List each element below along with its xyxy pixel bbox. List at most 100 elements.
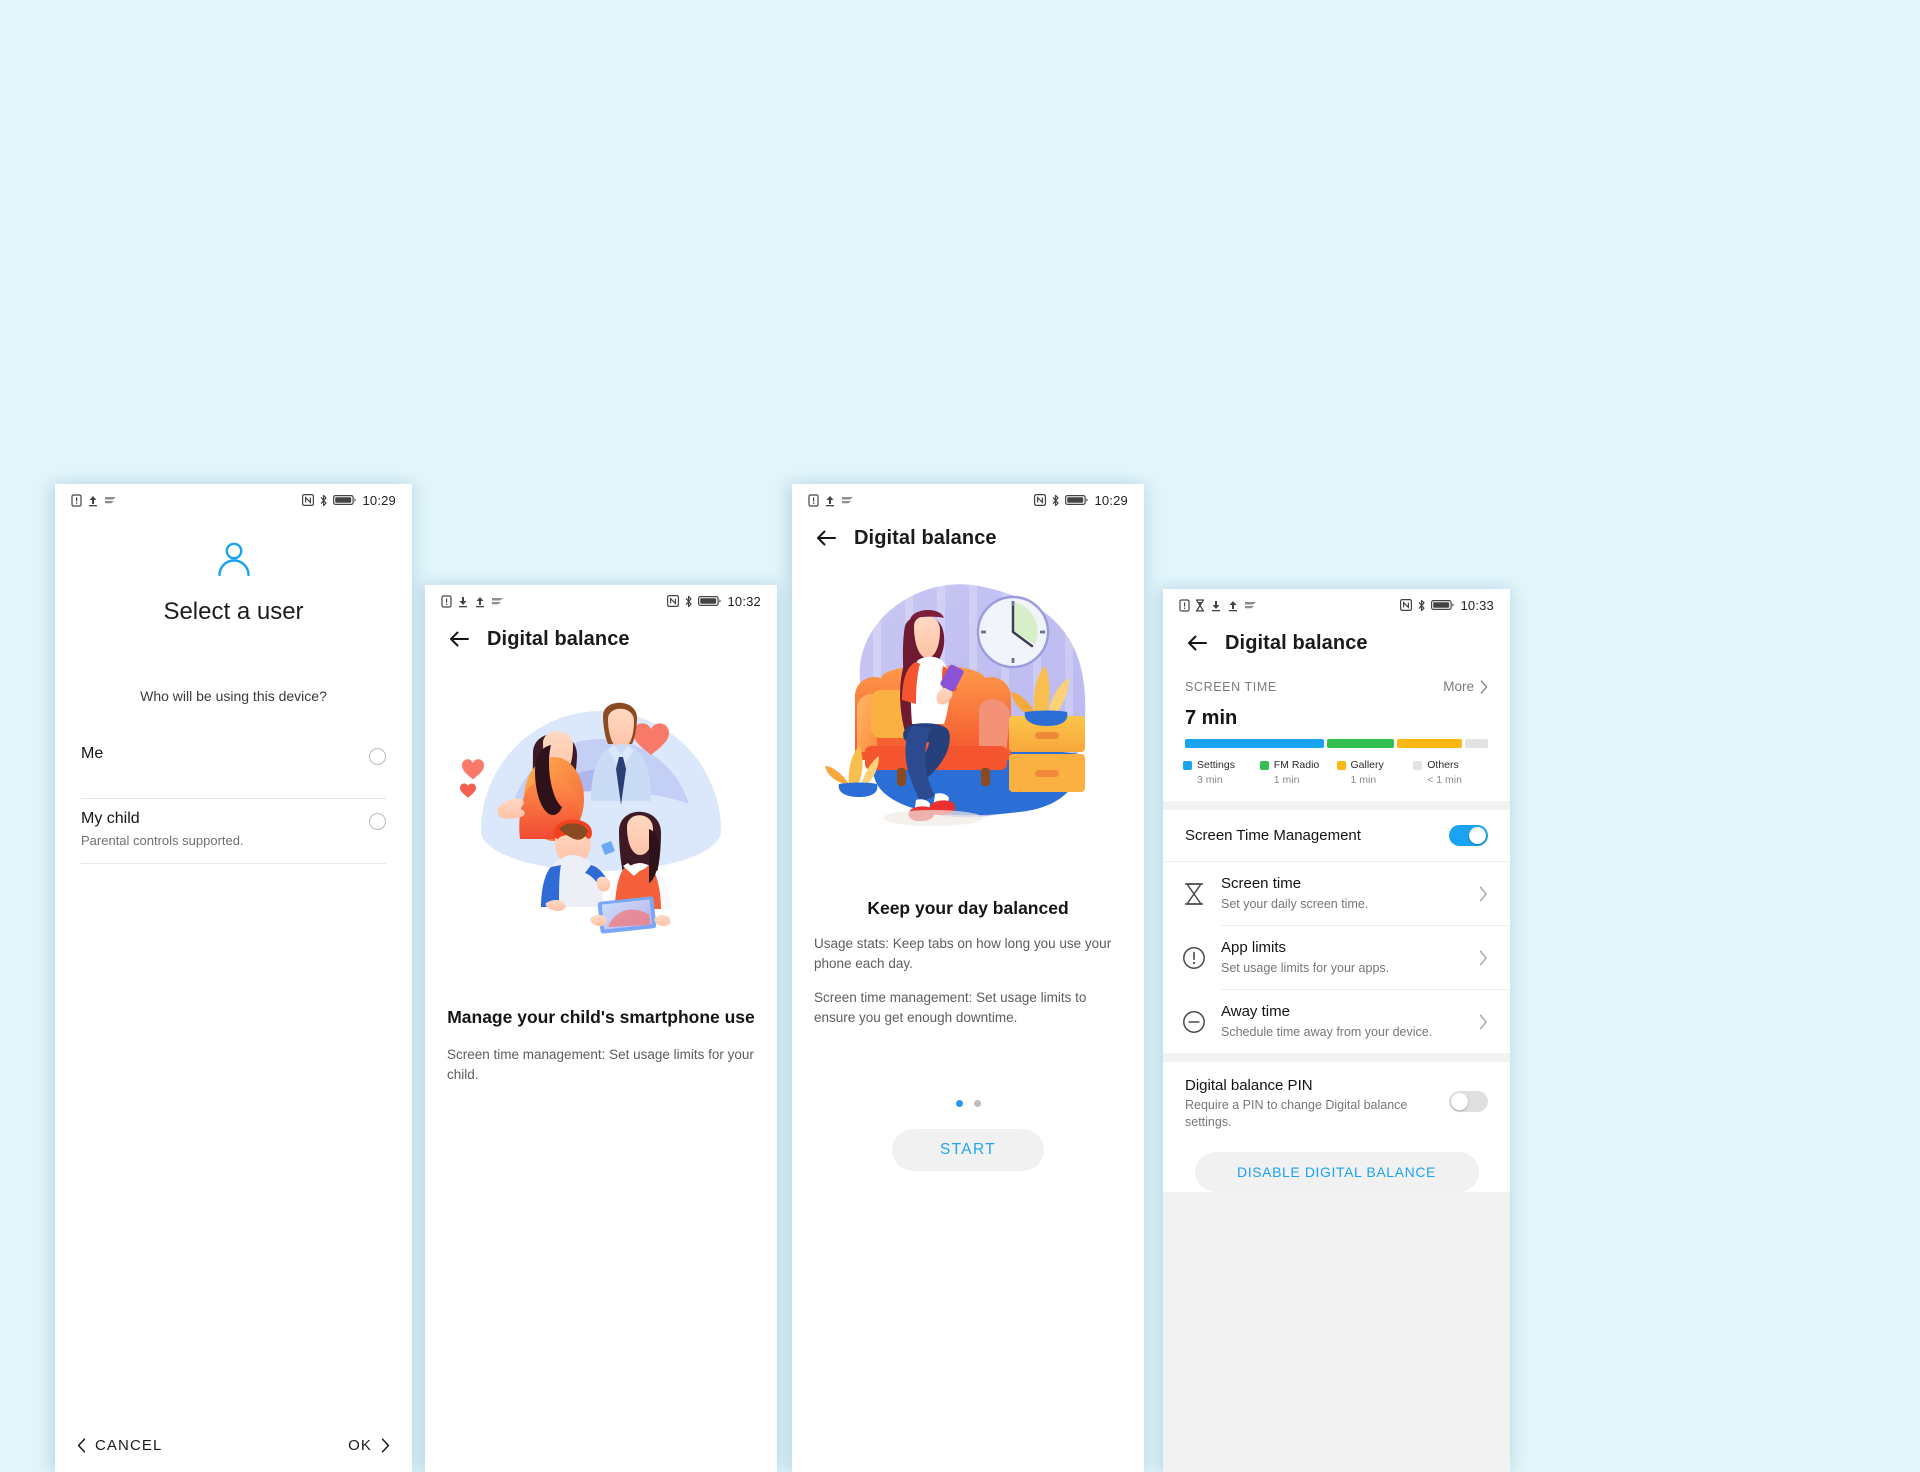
user-option-me[interactable]: Me (81, 734, 386, 799)
list-item-subtitle: Set your daily screen time. (1221, 897, 1369, 911)
list-item-screen-time[interactable]: Screen time Set your daily screen time. (1163, 862, 1510, 925)
download-arrow-icon (1212, 600, 1220, 611)
status-icons-right: 10:29 (302, 493, 396, 508)
app-bar: Digital balance (792, 510, 1144, 558)
status-bar: 10:32 (425, 585, 777, 611)
legend-item-settings: Settings 3 min (1183, 759, 1260, 786)
user-option-sublabel: Parental controls supported. (81, 833, 244, 848)
chevron-right-icon (1479, 885, 1487, 902)
status-icons-left (71, 493, 118, 507)
upload-arrow-icon (1229, 600, 1237, 611)
screen-time-management-label: Screen Time Management (1185, 827, 1361, 844)
status-bar: 10:29 (792, 484, 1144, 510)
user-option-label: Me (81, 745, 104, 762)
app-bar-title: Digital balance (1225, 631, 1368, 654)
data-saver-icon (1245, 602, 1256, 609)
cancel-label: CANCEL (95, 1436, 163, 1454)
onboarding-heading: Keep your day balanced (867, 898, 1069, 918)
download-arrow-icon (459, 596, 467, 607)
back-arrow-icon[interactable] (1183, 629, 1211, 657)
list-item-subtitle: Set usage limits for your apps. (1221, 961, 1390, 975)
pin-title: Digital balance PIN (1185, 1077, 1313, 1094)
legend-swatch (1259, 760, 1269, 770)
person-icon (217, 542, 250, 577)
digital-balance-pin-toggle[interactable] (1449, 1091, 1488, 1112)
user-option-my-child[interactable]: My child Parental controls supported. (81, 799, 386, 864)
back-arrow-icon[interactable] (445, 625, 473, 653)
onboarding-heading: Manage your child's smartphone use (447, 1007, 755, 1027)
status-time: 10:29 (1094, 492, 1128, 508)
status-icons-left (441, 594, 505, 608)
list-item-app-limits[interactable]: App limits Set usage limits for your app… (1163, 926, 1510, 989)
legend-value: 3 min (1197, 774, 1223, 786)
bar-segment-others (1465, 739, 1488, 748)
data-saver-icon (492, 598, 503, 605)
page-question: Who will be using this device? (140, 688, 327, 704)
legend-item-others: Others < 1 min (1413, 759, 1490, 786)
back-arrow-icon[interactable] (812, 524, 840, 552)
bluetooth-icon (1418, 599, 1426, 611)
upload-arrow-icon (826, 495, 834, 506)
page-dot-active[interactable] (955, 1100, 963, 1107)
data-saver-icon (842, 497, 853, 504)
user-option-label: My child (81, 810, 140, 827)
bluetooth-icon (685, 595, 693, 607)
app-bar: Digital balance (1163, 615, 1510, 663)
screen-time-legend: Settings 3 min FM Radio 1 min Gallery 1 … (1163, 748, 1510, 801)
screen-time-bar (1163, 730, 1510, 748)
legend-swatch (1336, 760, 1346, 770)
ok-label: OK (348, 1436, 372, 1454)
pin-subtitle: Require a PIN to change Digital balance … (1185, 1098, 1408, 1129)
app-bar: Digital balance (425, 611, 777, 659)
screen-time-management-toggle[interactable] (1449, 825, 1488, 846)
list-item-away-time[interactable]: Away time Schedule time away from your d… (1163, 990, 1510, 1053)
legend-item-fm-radio: FM Radio 1 min (1259, 759, 1337, 786)
onboarding-body-2: Screen time management: Set usage limits… (814, 990, 1087, 1025)
chevron-right-icon (1480, 679, 1488, 694)
legend-name: Settings (1197, 759, 1235, 771)
radio-me[interactable] (369, 748, 386, 765)
sim-card-icon (71, 493, 82, 507)
bluetooth-icon (320, 494, 328, 506)
exclamation-circle-icon (1183, 946, 1205, 969)
toggle-knob (1469, 827, 1486, 844)
page-dot[interactable] (973, 1100, 981, 1107)
battery-icon (1065, 495, 1089, 506)
start-button[interactable]: START (892, 1129, 1044, 1171)
legend-value: 1 min (1273, 774, 1300, 786)
chevron-right-icon (1479, 1013, 1487, 1030)
sim-card-icon (808, 493, 819, 507)
battery-icon (698, 596, 722, 607)
chevron-right-icon (1479, 949, 1487, 966)
bottom-action-bar: CANCEL OK (55, 1418, 412, 1472)
bar-segment-fm-radio (1326, 739, 1395, 748)
status-time: 10:33 (1460, 597, 1494, 613)
radio-my-child[interactable] (369, 813, 386, 830)
woman-on-couch-with-clock-illustration (825, 580, 1086, 826)
battery-icon (333, 495, 357, 506)
status-icons-right: 10:29 (1034, 493, 1128, 508)
list-item-title: App limits (1221, 939, 1287, 956)
screen-time-total: 7 min (1185, 707, 1238, 729)
nfc-icon (302, 494, 315, 506)
hourglass-icon (1195, 598, 1205, 612)
disable-digital-balance-button[interactable]: DISABLE DIGITAL BALANCE (1194, 1152, 1479, 1192)
screenshot-stage: 10:29 Select a user Who will be using th… (0, 0, 1920, 1472)
ok-button[interactable]: OK (348, 1437, 390, 1454)
nfc-icon (667, 595, 680, 607)
phone-onboarding-manage-child: 10:32 Digital balance Manage your child'… (425, 585, 777, 1472)
battery-icon (1431, 600, 1455, 611)
digital-balance-pin-row[interactable]: Digital balance PIN Require a PIN to cha… (1163, 1062, 1510, 1146)
upload-arrow-icon (89, 495, 97, 506)
list-item-title: Away time (1221, 1003, 1290, 1020)
user-options-list: Me My child Parental controls supported. (55, 734, 412, 864)
screen-time-management-row[interactable]: Screen Time Management (1163, 810, 1510, 862)
list-item-title: Screen time (1221, 875, 1302, 892)
phone-onboarding-keep-balanced: 10:29 Digital balance Keep your day bala… (792, 484, 1144, 1472)
app-bar-title: Digital balance (487, 627, 630, 650)
phone-digital-balance-settings: 10:33 Digital balance SCREEN TIME More 7… (1163, 589, 1510, 1472)
status-bar: 10:33 (1163, 589, 1510, 615)
sim-card-icon (441, 594, 452, 608)
more-button[interactable]: More (1443, 679, 1488, 694)
cancel-button[interactable]: CANCEL (77, 1437, 162, 1454)
